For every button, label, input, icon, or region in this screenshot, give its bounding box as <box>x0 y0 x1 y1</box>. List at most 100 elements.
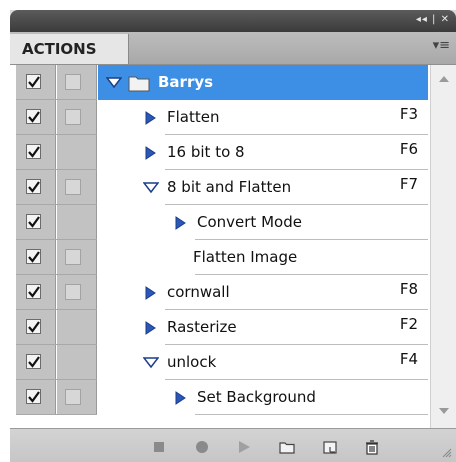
dialog-toggle[interactable] <box>65 109 81 125</box>
tab-actions-label: ACTIONS <box>22 40 97 58</box>
dialog-column <box>57 275 97 310</box>
checkmark-icon <box>28 356 40 368</box>
stop-icon[interactable] <box>151 439 167 455</box>
action-row[interactable]: cornwall F8 <box>10 275 456 310</box>
action-row[interactable]: Set Background <box>10 380 456 415</box>
action-label: Flatten Image <box>193 248 298 266</box>
dialog-column <box>57 100 97 135</box>
checkmark-icon <box>28 76 40 88</box>
toggle-checkbox[interactable] <box>26 179 41 194</box>
toggle-checkbox[interactable] <box>26 249 41 264</box>
dialog-toggle[interactable] <box>65 284 81 300</box>
row-content[interactable]: 8 bit and Flatten F7 <box>98 170 428 205</box>
scrollbar[interactable] <box>430 65 456 428</box>
dialog-toggle[interactable] <box>65 74 81 90</box>
checkmark-icon <box>28 111 40 123</box>
action-label: Convert Mode <box>197 213 302 231</box>
toggle-checkbox[interactable] <box>26 214 41 229</box>
action-row[interactable]: Barrys <box>10 65 456 100</box>
toggle-column <box>16 275 56 310</box>
play-icon[interactable] <box>236 439 252 455</box>
expand-triangle-down-icon[interactable] <box>106 76 122 90</box>
row-content[interactable]: Flatten Image <box>98 240 428 275</box>
dialog-toggle[interactable] <box>65 249 81 265</box>
tab-row: ACTIONS ▾≡ <box>10 32 456 65</box>
actions-panel: ◂◂ | ✕ ACTIONS ▾≡ Barrys Flatten F3 16 bit … <box>10 10 456 462</box>
expand-triangle-right-icon[interactable] <box>143 321 159 335</box>
folder-icon <box>128 76 150 92</box>
tab-actions[interactable]: ACTIONS <box>10 34 129 64</box>
action-label: unlock <box>167 353 217 371</box>
expand-triangle-right-icon[interactable] <box>173 391 189 405</box>
row-content[interactable]: Barrys <box>98 65 428 100</box>
new-set-icon[interactable] <box>279 439 295 455</box>
action-row[interactable]: Convert Mode <box>10 205 456 240</box>
expand-triangle-right-icon[interactable] <box>143 111 159 125</box>
expand-triangle-down-icon[interactable] <box>143 356 159 370</box>
toggle-column <box>16 380 56 415</box>
dialog-column <box>57 170 97 205</box>
action-row[interactable]: Rasterize F2 <box>10 310 456 345</box>
panel-titlebar: ◂◂ | ✕ <box>10 10 456 32</box>
new-action-icon[interactable] <box>322 439 338 455</box>
action-label: Barrys <box>158 73 214 91</box>
checkmark-icon <box>28 146 40 158</box>
action-label: 16 bit to 8 <box>167 143 245 161</box>
toggle-checkbox[interactable] <box>26 74 41 89</box>
toggle-checkbox[interactable] <box>26 109 41 124</box>
dialog-toggle[interactable] <box>65 179 81 195</box>
toggle-column <box>16 310 56 345</box>
row-content[interactable]: Set Background <box>98 380 428 415</box>
row-content[interactable]: unlock F4 <box>98 345 428 380</box>
scroll-up-icon[interactable] <box>439 76 449 82</box>
action-label: cornwall <box>167 283 230 301</box>
delete-icon[interactable] <box>364 439 380 455</box>
checkmark-icon <box>28 286 40 298</box>
toggle-checkbox[interactable] <box>26 144 41 159</box>
row-content[interactable]: Rasterize F2 <box>98 310 428 345</box>
title-buttons[interactable]: ◂◂ | ✕ <box>416 14 450 25</box>
action-row[interactable]: Flatten F3 <box>10 100 456 135</box>
row-content[interactable]: cornwall F8 <box>98 275 428 310</box>
toggle-checkbox[interactable] <box>26 284 41 299</box>
expand-triangle-right-icon[interactable] <box>173 216 189 230</box>
column-row-separator <box>16 414 97 415</box>
expand-triangle-right-icon[interactable] <box>143 286 159 300</box>
action-row[interactable]: 16 bit to 8 F6 <box>10 135 456 170</box>
expand-triangle-down-icon[interactable] <box>143 181 159 195</box>
row-content[interactable]: 16 bit to 8 F6 <box>98 135 428 170</box>
toggle-column <box>16 240 56 275</box>
dialog-column <box>57 205 97 240</box>
panel-menu-icon[interactable]: ▾≡ <box>433 38 450 53</box>
toggle-column <box>16 65 56 100</box>
checkmark-icon <box>28 216 40 228</box>
shortcut-key: F7 <box>399 175 418 193</box>
expand-triangle-right-icon[interactable] <box>143 146 159 160</box>
action-row[interactable]: 8 bit and Flatten F7 <box>10 170 456 205</box>
record-icon[interactable] <box>194 439 210 455</box>
actions-list: Barrys Flatten F3 16 bit to 8 F6 8 bit and Fl… <box>10 65 456 428</box>
toggle-checkbox[interactable] <box>26 389 41 404</box>
shortcut-key: F3 <box>399 105 418 123</box>
action-label: 8 bit and Flatten <box>167 178 292 196</box>
toggle-column <box>16 205 56 240</box>
dialog-column <box>57 380 97 415</box>
row-separator <box>195 414 428 415</box>
checkmark-icon <box>28 251 40 263</box>
row-content[interactable]: Flatten F3 <box>98 100 428 135</box>
toggle-checkbox[interactable] <box>26 319 41 334</box>
scroll-down-icon[interactable] <box>439 408 449 414</box>
shortcut-key: F6 <box>399 140 418 158</box>
toggle-checkbox[interactable] <box>26 354 41 369</box>
checkmark-icon <box>28 181 40 193</box>
resize-grip-icon[interactable] <box>442 448 452 458</box>
dialog-toggle[interactable] <box>65 389 81 405</box>
action-label: Set Background <box>197 388 316 406</box>
action-row[interactable]: Flatten Image <box>10 240 456 275</box>
row-content[interactable]: Convert Mode <box>98 205 428 240</box>
checkmark-icon <box>28 321 40 333</box>
toggle-column <box>16 345 56 380</box>
action-row[interactable]: unlock F4 <box>10 345 456 380</box>
dialog-column <box>57 345 97 380</box>
dialog-column <box>57 240 97 275</box>
